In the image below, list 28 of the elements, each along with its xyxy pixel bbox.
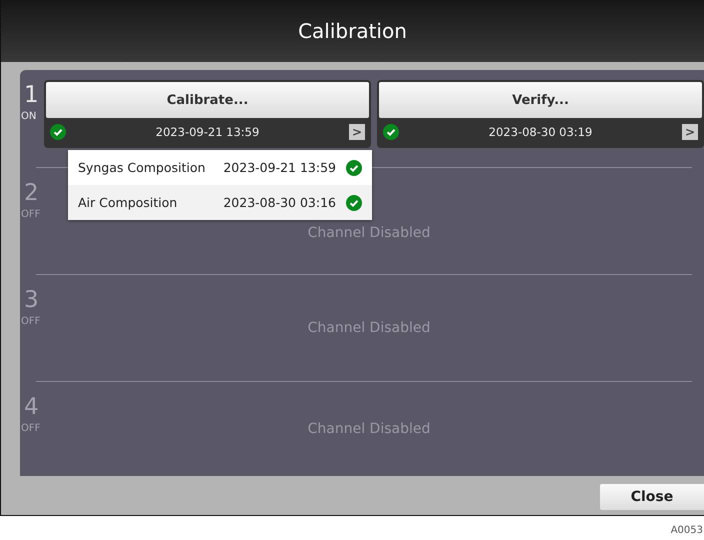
- date-text: 2023-09-21 13:59: [223, 160, 336, 175]
- channel-status: ON: [21, 111, 36, 122]
- close-button[interactable]: Close: [600, 484, 704, 510]
- date-text: 2023-08-30 03:19: [488, 125, 594, 139]
- channel-number: 3: [24, 287, 39, 313]
- check-icon: [346, 194, 362, 210]
- figure-label: A0053: [670, 525, 703, 536]
- gas-name: Air Composition: [78, 195, 178, 210]
- channel-message: Channel Disabled: [308, 225, 430, 241]
- channel-status: OFF: [21, 209, 40, 220]
- channel-status: OFF: [21, 423, 40, 434]
- channel-message: Channel Disabled: [308, 421, 430, 437]
- gas-name: Syngas Composition: [78, 160, 206, 175]
- channel-number: 4: [24, 394, 39, 420]
- expand-button[interactable]: >: [682, 124, 698, 140]
- action-button[interactable]: Calibrate...: [46, 82, 369, 118]
- window-title: Calibration: [1, 0, 704, 62]
- date-text: 2023-08-30 03:16: [223, 195, 336, 210]
- channel-number: 2: [24, 180, 39, 206]
- channel-message: Channel Disabled: [308, 320, 430, 336]
- action-button[interactable]: Verify...: [379, 82, 702, 118]
- channel-number: 1: [24, 82, 39, 108]
- check-icon: [346, 160, 362, 176]
- channel-status: OFF: [21, 316, 40, 327]
- expand-button[interactable]: >: [349, 124, 365, 140]
- check-icon: [383, 124, 399, 140]
- date-text: 2023-09-21 13:59: [154, 125, 260, 139]
- check-icon: [50, 124, 66, 140]
